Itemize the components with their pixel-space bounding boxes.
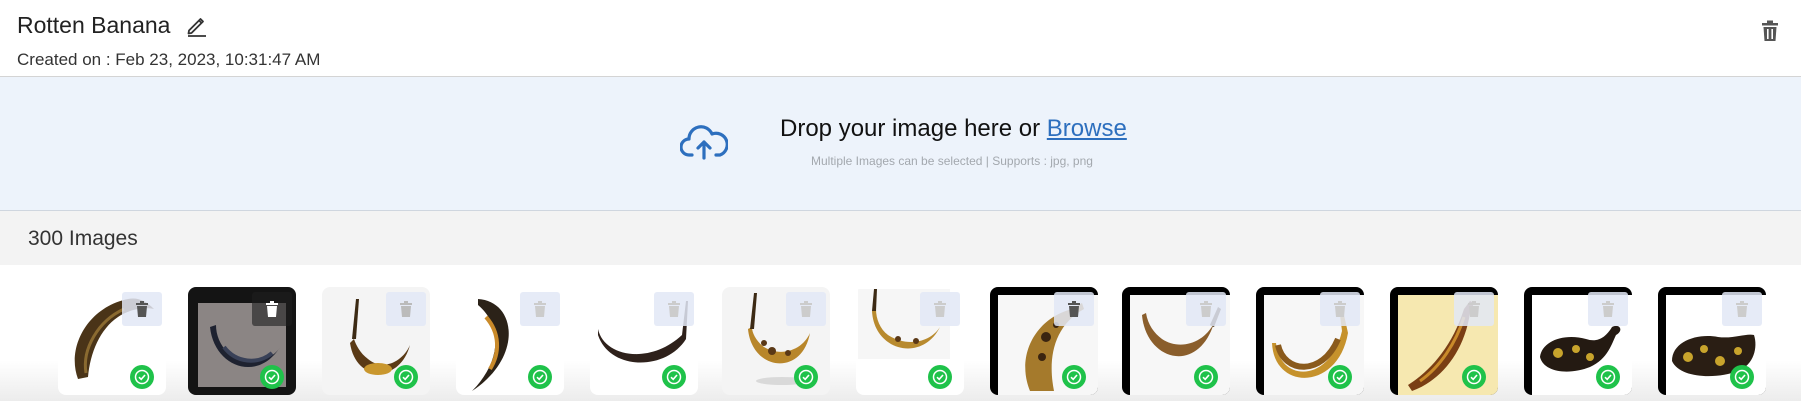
trash-icon[interactable]	[654, 292, 694, 326]
image-thumbnail[interactable]	[58, 287, 166, 395]
trash-icon[interactable]	[1454, 292, 1494, 326]
image-thumbnail[interactable]	[590, 287, 698, 395]
check-circle-icon	[1328, 365, 1352, 389]
trash-icon[interactable]	[786, 292, 826, 326]
image-thumbnail[interactable]	[1256, 287, 1364, 395]
check-circle-icon	[794, 365, 818, 389]
trash-icon[interactable]	[1722, 292, 1762, 326]
image-thumbnail[interactable]	[1658, 287, 1766, 395]
image-thumbnail[interactable]	[722, 287, 830, 395]
image-thumbnail[interactable]	[856, 287, 964, 395]
trash-icon[interactable]	[520, 292, 560, 326]
check-circle-icon	[528, 365, 552, 389]
trash-icon[interactable]	[386, 292, 426, 326]
check-circle-icon	[1462, 365, 1486, 389]
image-thumbnail[interactable]	[990, 287, 1098, 395]
trash-icon[interactable]	[1054, 292, 1094, 326]
dataset-title: Rotten Banana	[17, 12, 171, 38]
trash-icon[interactable]	[1186, 292, 1226, 326]
drop-prompt: Drop your image here or Browse	[780, 115, 1127, 143]
check-circle-icon	[260, 365, 284, 389]
trash-icon[interactable]	[122, 292, 162, 326]
image-thumbnail[interactable]	[1390, 287, 1498, 395]
upload-hint: Multiple Images can be selected | Suppor…	[811, 154, 1093, 168]
check-circle-icon	[928, 365, 952, 389]
pencil-icon[interactable]	[185, 13, 209, 37]
check-circle-icon	[130, 365, 154, 389]
image-gallery	[0, 265, 1801, 401]
image-count: 300 Images	[28, 227, 138, 250]
dataset-header: Rotten Banana Created on : Feb 23, 2023,…	[0, 0, 1801, 77]
image-thumbnail[interactable]	[1122, 287, 1230, 395]
drop-prompt-text: Drop your image here or	[780, 115, 1047, 142]
image-thumbnail[interactable]	[188, 287, 296, 395]
gallery-header: 300 Images	[0, 211, 1801, 265]
trash-icon[interactable]	[920, 292, 960, 326]
image-thumbnail[interactable]	[1524, 287, 1632, 395]
check-circle-icon	[1730, 365, 1754, 389]
check-circle-icon	[1194, 365, 1218, 389]
cloud-upload-icon	[680, 125, 728, 160]
image-thumbnail[interactable]	[322, 287, 430, 395]
upload-dropzone[interactable]: Drop your image here or Browse Multiple …	[0, 77, 1801, 211]
trash-icon[interactable]	[1320, 292, 1360, 326]
check-circle-icon	[1062, 365, 1086, 389]
check-circle-icon	[394, 365, 418, 389]
browse-link[interactable]: Browse	[1047, 115, 1127, 142]
check-circle-icon	[1596, 365, 1620, 389]
created-date: Created on : Feb 23, 2023, 10:31:47 AM	[17, 50, 321, 69]
delete-dataset-icon[interactable]	[1760, 20, 1780, 42]
image-thumbnail[interactable]	[456, 287, 564, 395]
trash-icon[interactable]	[252, 292, 292, 326]
trash-icon[interactable]	[1588, 292, 1628, 326]
check-circle-icon	[662, 365, 686, 389]
